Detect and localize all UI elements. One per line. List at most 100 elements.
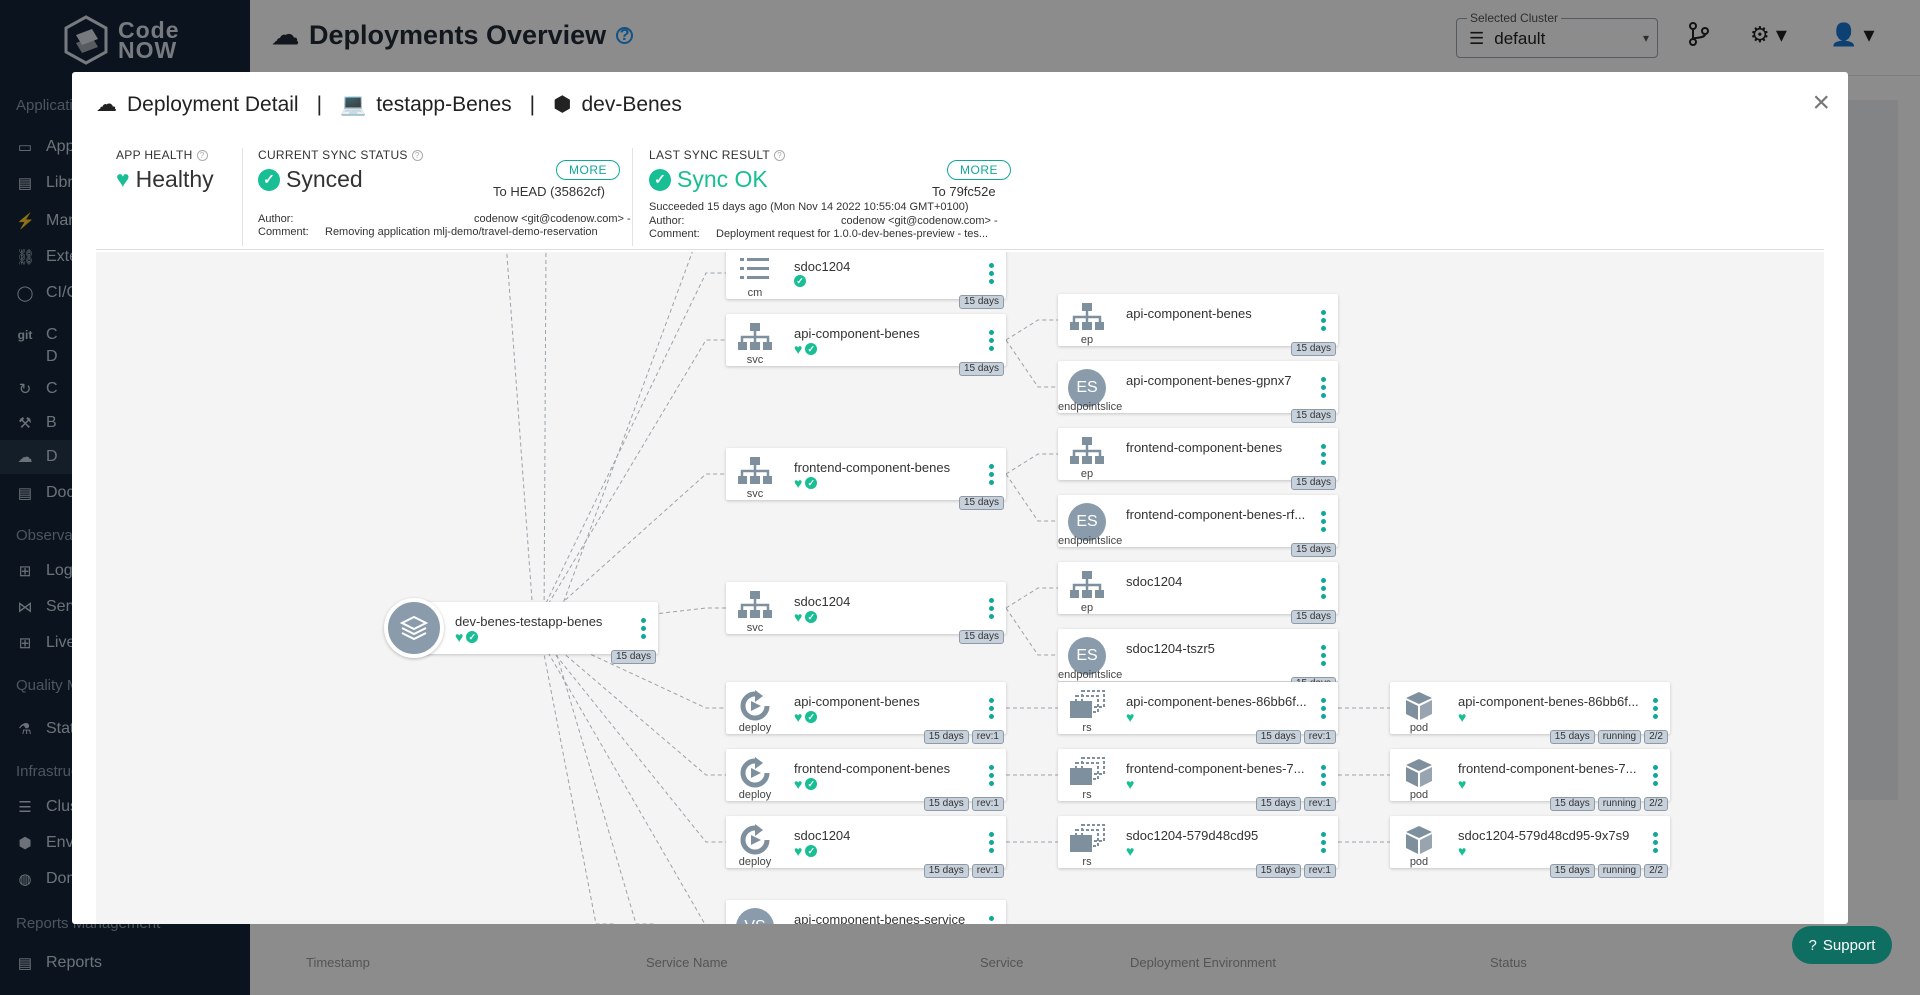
graph-node-name: api-component-benes-86bb6f... bbox=[1126, 694, 1307, 709]
node-kind: deploy bbox=[738, 722, 772, 734]
node-tag: 15 days bbox=[958, 295, 1004, 309]
title-separator: | bbox=[316, 92, 323, 116]
graph-node-cm[interactable]: cm sdoc1204 ✓ 15 days bbox=[726, 252, 1006, 309]
node-menu-icon[interactable] bbox=[989, 598, 994, 619]
check-icon: ✓ bbox=[258, 168, 280, 191]
graph-node-deploy[interactable]: deploy sdoc1204 ♥ ✓ 15 days rev:1 bbox=[726, 816, 1006, 878]
graph-node-rs[interactable]: rs frontend-component-benes-7... ♥ 15 days r… bbox=[1058, 749, 1338, 811]
node-menu-icon[interactable] bbox=[1321, 444, 1326, 465]
help-icon: ? bbox=[1808, 936, 1817, 954]
node-tag: 2/2 bbox=[1644, 797, 1668, 811]
app-health-header: APP HEALTH bbox=[116, 148, 193, 162]
node-tag: rev:1 bbox=[1303, 864, 1336, 878]
graph-node-ep[interactable]: ep frontend-component-benes 15 days bbox=[1058, 428, 1338, 490]
node-tag: 15 days bbox=[1549, 730, 1595, 744]
last-sync-value: Sync OK bbox=[677, 166, 768, 192]
graph-node-name: frontend-component-benes-7... bbox=[1458, 761, 1637, 776]
graph-node-name: sdoc1204 bbox=[1126, 574, 1183, 589]
last-sync-header: LAST SYNC RESULT bbox=[649, 148, 771, 162]
node-menu-icon[interactable] bbox=[1321, 511, 1326, 532]
graph-node-rs[interactable]: rs api-component-benes-86bb6f... ♥ 15 days r… bbox=[1058, 682, 1338, 744]
title-separator: | bbox=[529, 92, 536, 116]
node-menu-icon[interactable] bbox=[1321, 832, 1326, 853]
node-menu-icon[interactable] bbox=[1321, 377, 1326, 398]
help-icon[interactable]: ? bbox=[774, 149, 786, 161]
graph-node-name: frontend-component-benes bbox=[794, 761, 951, 776]
help-icon[interactable]: ? bbox=[196, 149, 208, 161]
last-sync-more-button[interactable]: MORE bbox=[947, 160, 1011, 180]
node-kind: deploy bbox=[738, 789, 772, 801]
node-kind: endpointslice bbox=[1058, 401, 1123, 413]
graph-node-pod[interactable]: pod sdoc1204-579d48cd95-9x7s9 ♥ 15 days runn… bbox=[1390, 816, 1670, 878]
node-menu-icon[interactable] bbox=[1653, 832, 1658, 853]
node-menu-icon[interactable] bbox=[1653, 765, 1658, 786]
node-menu-icon[interactable] bbox=[989, 698, 994, 719]
graph-node-name: frontend-component-benes bbox=[1126, 440, 1283, 455]
graph-node-name: api-component-benes-service bbox=[794, 912, 966, 924]
graph-node-endpointslice[interactable]: ES endpointslice api-component-benes-gpnx7… bbox=[1058, 361, 1338, 423]
node-menu-icon[interactable] bbox=[989, 464, 994, 485]
graph-node-app[interactable]: dev-benes-testapp-benes ♥ ✓ 15 days bbox=[384, 598, 658, 664]
node-tag: rev:1 bbox=[1303, 730, 1336, 744]
node-tag: 15 days bbox=[923, 730, 969, 744]
modal-title: ☁ Deployment Detail | 💻 testapp-Benes | … bbox=[96, 92, 682, 117]
cloud-icon: ☁ bbox=[96, 93, 117, 116]
node-menu-icon[interactable] bbox=[1321, 310, 1326, 331]
graph-node-endpointslice[interactable]: ESendpointslicesdoc1204-tszr515 days bbox=[1058, 629, 1338, 691]
graph-node-endpointslice[interactable]: ES endpointslice frontend-component-benes-… bbox=[1058, 495, 1338, 557]
graph-node-virtualservice[interactable]: VS api-component-benes-service bbox=[726, 900, 1006, 924]
heart-icon: ♥ bbox=[794, 609, 803, 625]
node-kind: rs bbox=[1082, 856, 1092, 868]
graph-node-name: api-component-benes bbox=[1126, 306, 1252, 321]
node-menu-icon[interactable] bbox=[989, 916, 994, 924]
cube-icon: ⬢ bbox=[553, 93, 572, 116]
node-menu-icon[interactable] bbox=[1321, 698, 1326, 719]
node-kind: ep bbox=[1080, 468, 1094, 480]
node-menu-icon[interactable] bbox=[1321, 645, 1326, 666]
graph-node-ep[interactable]: ep sdoc1204 15 days bbox=[1058, 562, 1338, 624]
resource-graph[interactable]: dev-benes-testapp-benes ♥ ✓ 15 days cm sdo… bbox=[96, 252, 1824, 924]
close-icon[interactable]: × bbox=[1812, 86, 1830, 120]
check-icon: ✓ bbox=[466, 631, 479, 643]
support-label: Support bbox=[1822, 936, 1876, 954]
node-kind: cm bbox=[747, 287, 763, 299]
graph-edge bbox=[533, 339, 726, 629]
graph-node-svc[interactable]: svc sdoc1204 ♥ ✓ 15 days bbox=[726, 582, 1006, 644]
node-menu-icon[interactable] bbox=[989, 263, 994, 284]
node-kind: pod bbox=[1409, 856, 1429, 868]
graph-node-deploy[interactable]: deploy frontend-component-benes ♥ ✓ 15 days r… bbox=[726, 749, 1006, 811]
graph-node-ep[interactable]: ep api-component-benes 15 days bbox=[1058, 294, 1338, 356]
graph-node-deploy[interactable]: deploy api-component-benes ♥ ✓ 15 days rev:1 bbox=[726, 682, 1006, 744]
help-icon[interactable]: ? bbox=[411, 149, 423, 161]
graph-node-rs[interactable]: rs sdoc1204-579d48cd95 ♥ 15 days rev:1 bbox=[1058, 816, 1338, 878]
graph-node-name: sdoc1204-579d48cd95 bbox=[1126, 828, 1259, 843]
check-icon: ✓ bbox=[805, 611, 818, 623]
graph-node-pod[interactable]: pod api-component-benes-86bb6f... ♥ 15 days… bbox=[1390, 682, 1670, 744]
check-icon: ✓ bbox=[805, 778, 818, 790]
node-menu-icon[interactable] bbox=[1321, 578, 1326, 599]
heart-icon: ♥ bbox=[1126, 709, 1135, 725]
node-menu-icon[interactable] bbox=[989, 330, 994, 351]
node-tag: 15 days bbox=[958, 362, 1004, 376]
graph-node-name: api-component-benes-gpnx7 bbox=[1126, 373, 1292, 388]
node-menu-icon[interactable] bbox=[989, 832, 994, 853]
node-menu-icon[interactable] bbox=[641, 618, 646, 639]
node-menu-icon[interactable] bbox=[1653, 698, 1658, 719]
status-bar: APP HEALTH? ♥ Healthy CURRENT SYNC STATUS… bbox=[96, 140, 1824, 250]
graph-node-svc[interactable]: svc api-component-benes ♥ ✓ 15 days bbox=[726, 314, 1006, 376]
check-icon: ✓ bbox=[805, 477, 818, 489]
support-button[interactable]: ? Support bbox=[1792, 926, 1892, 964]
node-kind: endpointslice bbox=[1058, 669, 1123, 681]
node-tag: 15 days bbox=[1255, 797, 1301, 811]
node-kind: deploy bbox=[738, 856, 772, 868]
modal-title-detail: Deployment Detail bbox=[127, 92, 299, 116]
node-menu-icon[interactable] bbox=[1321, 765, 1326, 786]
graph-edge bbox=[1005, 587, 1058, 609]
node-menu-icon[interactable] bbox=[989, 765, 994, 786]
graph-node-pod[interactable]: pod frontend-component-benes-7... ♥ 15 days… bbox=[1390, 749, 1670, 811]
graph-edge bbox=[1005, 453, 1058, 475]
heart-icon: ♥ bbox=[794, 776, 803, 792]
sync-status-more-button[interactable]: MORE bbox=[556, 160, 620, 180]
graph-node-svc[interactable]: svc frontend-component-benes ♥ ✓ 15 days bbox=[726, 448, 1006, 510]
node-tag: 15 days bbox=[1290, 476, 1336, 490]
